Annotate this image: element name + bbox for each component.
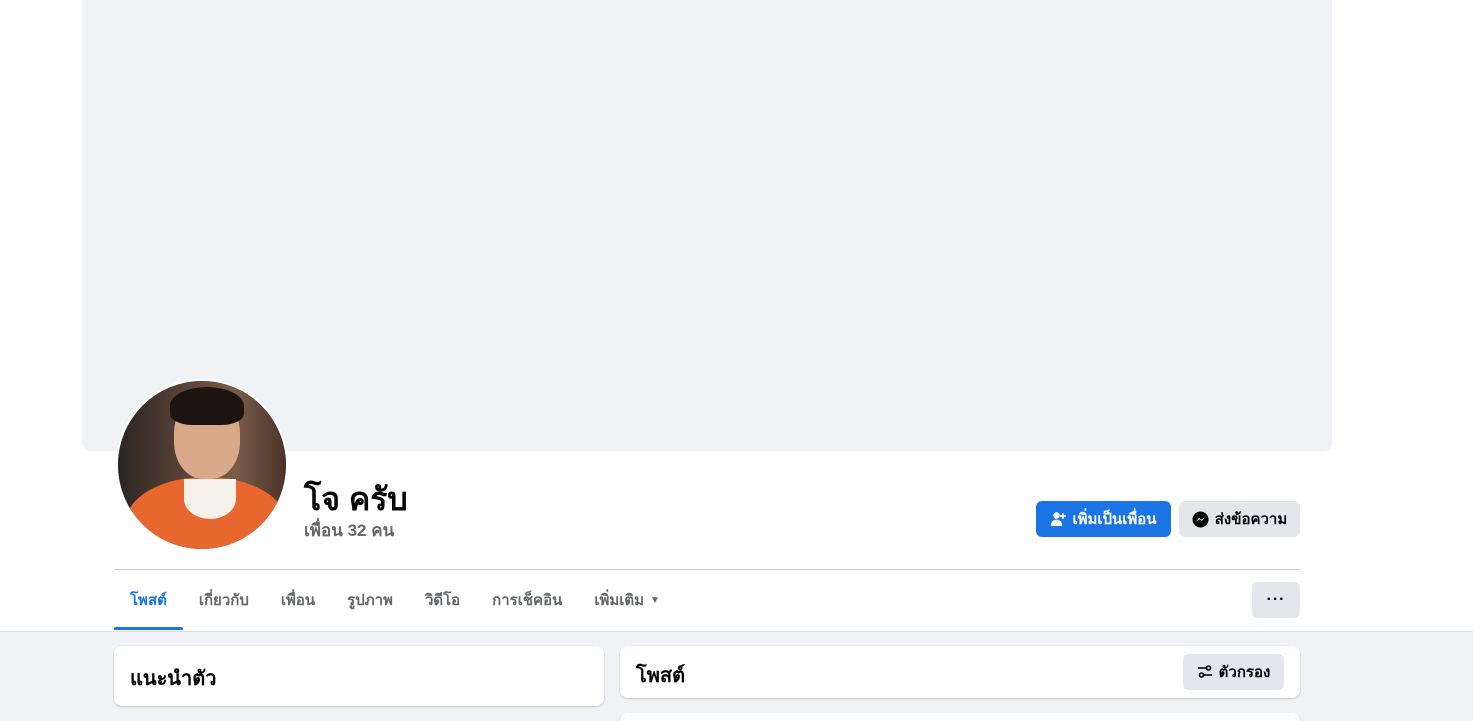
profile-tabs: โพสต์ เกี่ยวกับ เพื่อน รูปภาพ วิดีโอ การ… <box>114 570 676 630</box>
tab-label: วิดีโอ <box>424 592 461 609</box>
send-message-button[interactable]: ส่งข้อความ <box>1179 501 1300 537</box>
messenger-icon <box>1192 511 1209 527</box>
tab-label: เกี่ยวกับ <box>198 592 249 609</box>
tab-posts[interactable]: โพสต์ <box>114 570 183 630</box>
add-friend-label: เพิ่มเป็นเพื่อน <box>1072 511 1157 528</box>
intro-title: แนะนำตัว <box>130 668 217 690</box>
add-friend-icon <box>1051 512 1067 526</box>
profile-avatar[interactable] <box>116 379 288 551</box>
tab-friends[interactable]: เพื่อน <box>265 570 331 630</box>
add-friend-button[interactable]: เพิ่มเป็นเพื่อน <box>1036 501 1171 537</box>
filter-button[interactable]: ตัวกรอง <box>1183 654 1284 690</box>
tab-about[interactable]: เกี่ยวกับ <box>183 570 265 630</box>
more-options-button[interactable]: ··· <box>1252 582 1300 618</box>
posts-title: โพสต์ <box>636 665 686 687</box>
friend-count[interactable]: เพื่อน 32 คน <box>304 517 394 544</box>
tab-more[interactable]: เพิ่มเติม ▼ <box>578 570 676 630</box>
tab-photos[interactable]: รูปภาพ <box>331 570 409 630</box>
profile-page: โจ ครับ เพื่อน 32 คน เพิ่มเป็นเพื่อน ส่ง… <box>0 0 1473 721</box>
intro-card: แนะนำตัว <box>114 646 604 706</box>
tab-videos[interactable]: วิดีโอ <box>409 570 476 630</box>
avatar-photo <box>118 381 286 549</box>
tab-label: เพื่อน <box>280 592 316 609</box>
send-message-label: ส่งข้อความ <box>1214 511 1288 528</box>
tab-label: โพสต์ <box>130 592 167 609</box>
tab-label: การเช็คอิน <box>492 592 563 609</box>
caret-down-icon: ▼ <box>650 594 660 606</box>
tab-checkins[interactable]: การเช็คอิน <box>476 570 578 630</box>
post-card <box>620 713 1300 721</box>
posts-card: โพสต์ ตัวกรอง <box>620 646 1300 698</box>
filter-icon <box>1197 665 1212 678</box>
filter-label: ตัวกรอง <box>1218 664 1271 681</box>
more-dots-icon: ··· <box>1266 591 1286 608</box>
tab-label: รูปภาพ <box>347 592 393 609</box>
tab-label: เพิ่มเติม <box>594 592 645 609</box>
